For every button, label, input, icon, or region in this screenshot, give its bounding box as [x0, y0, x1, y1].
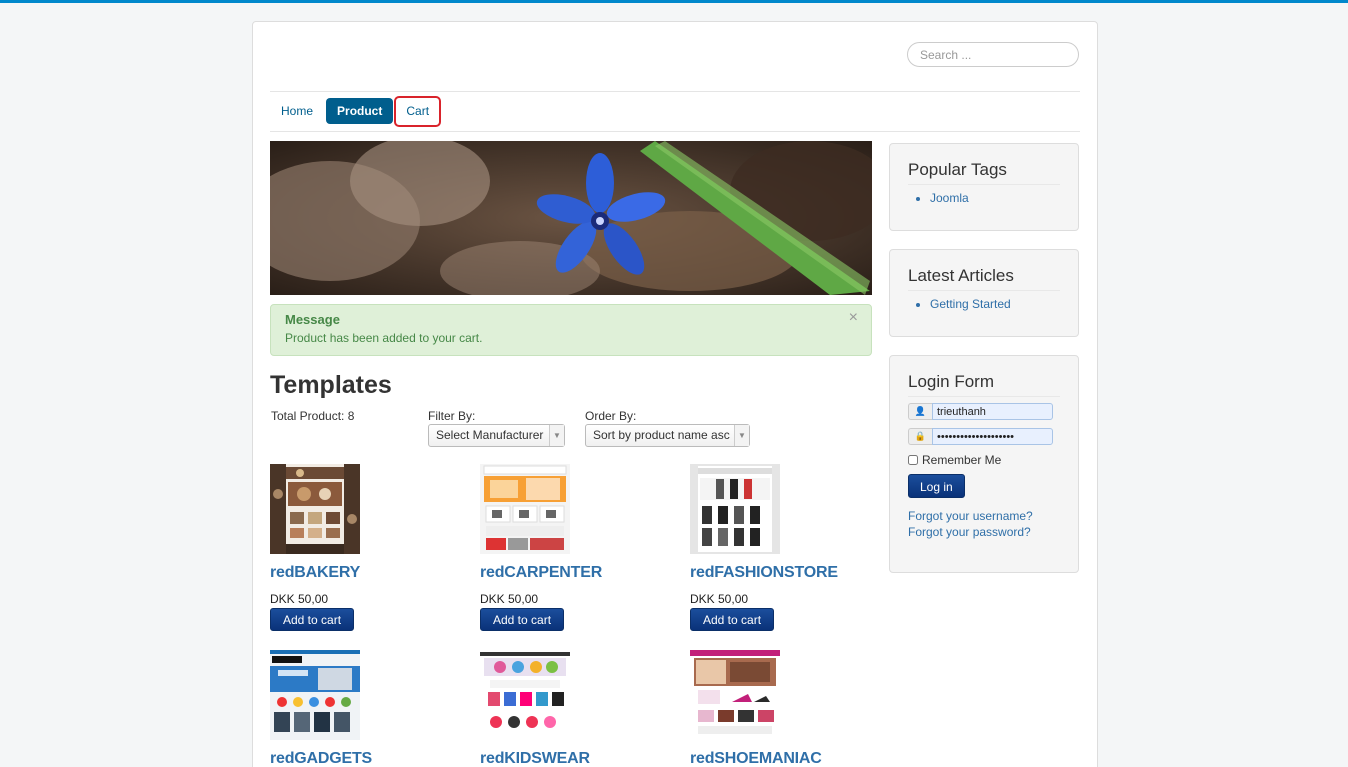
divider [270, 91, 1080, 92]
tag-link-joomla[interactable]: Joomla [930, 191, 969, 205]
product-name-link[interactable]: redKIDSWEAR [480, 750, 680, 767]
product-price: DKK 50,00 [480, 592, 539, 606]
product-name-link[interactable]: redCARPENTER [480, 564, 680, 582]
product-card: redBAKERY DKK 50,00 Add to cart [270, 464, 470, 631]
product-price: DKK 50,00 [270, 592, 329, 606]
module-title: Login Form [908, 372, 1060, 397]
product-thumbnail[interactable] [270, 464, 360, 554]
product-name-link[interactable]: redSHOEMANIAC [690, 750, 890, 767]
module-title: Latest Articles [908, 266, 1060, 291]
manufacturer-select-value: Select Manufacturer [436, 428, 544, 442]
latest-articles-module: Latest Articles Getting Started [889, 249, 1079, 337]
forgot-username-link[interactable]: Forgot your username? [908, 508, 1060, 524]
page-container: Home Product Cart [252, 21, 1098, 767]
nav-item-product[interactable]: Product [326, 98, 394, 124]
add-to-cart-button[interactable]: Add to cart [690, 608, 775, 631]
lock-icon: 🔒 [908, 428, 932, 445]
module-title: Popular Tags [908, 160, 1060, 185]
main-nav: Home Product Cart [270, 96, 442, 127]
popular-tags-module: Popular Tags Joomla [889, 143, 1079, 231]
order-label: Order By: [585, 409, 637, 423]
list-item: Getting Started [930, 297, 1060, 311]
login-button[interactable]: Log in [908, 474, 965, 498]
login-links: Forgot your username? Forgot your passwo… [908, 508, 1060, 540]
username-field[interactable] [932, 403, 1053, 420]
nav-item-cart[interactable]: Cart [394, 96, 442, 127]
product-thumbnail[interactable] [480, 464, 570, 554]
product-name-link[interactable]: redBAKERY [270, 564, 470, 582]
password-field[interactable] [932, 428, 1053, 445]
product-thumbnail[interactable] [690, 464, 780, 554]
login-form-module: Login Form 👤 🔒 Remember Me Log in Forgot… [889, 355, 1079, 573]
remember-me: Remember Me [908, 453, 1060, 467]
product-name-link[interactable]: redGADGETS [270, 750, 470, 767]
remember-me-checkbox[interactable] [908, 455, 918, 465]
remember-me-label: Remember Me [922, 453, 1002, 467]
order-select[interactable]: Sort by product name asc ▼ [585, 424, 750, 447]
message-title: Message [285, 312, 340, 327]
product-name-link[interactable]: redFASHIONSTORE [690, 564, 890, 582]
total-products: Total Product: 8 [271, 409, 355, 423]
divider [270, 131, 1080, 132]
chevron-down-icon: ▼ [549, 425, 564, 446]
manufacturer-select[interactable]: Select Manufacturer ▼ [428, 424, 565, 447]
message-text: Product has been added to your cart. [285, 331, 483, 345]
success-message: Message Product has been added to your c… [270, 304, 872, 356]
tag-list: Joomla [908, 191, 1060, 205]
user-icon: 👤 [908, 403, 932, 420]
username-field-group: 👤 [908, 403, 1053, 420]
product-thumbnail[interactable] [270, 650, 360, 740]
product-card: redKIDSWEAR [480, 650, 680, 767]
product-card: redSHOEMANIAC [690, 650, 890, 767]
order-select-value: Sort by product name asc [593, 428, 730, 442]
add-to-cart-button[interactable]: Add to cart [270, 608, 355, 631]
list-item: Joomla [930, 191, 1060, 205]
page-title: Templates [270, 371, 392, 399]
article-link-getting-started[interactable]: Getting Started [930, 297, 1011, 311]
product-thumbnail[interactable] [690, 650, 780, 740]
article-list: Getting Started [908, 297, 1060, 311]
filter-label: Filter By: [428, 409, 476, 423]
search-input[interactable] [907, 42, 1079, 67]
close-icon[interactable]: × [849, 309, 858, 327]
chevron-down-icon: ▼ [734, 425, 749, 446]
product-card: redFASHIONSTORE DKK 50,00 Add to cart [690, 464, 890, 631]
nav-item-home[interactable]: Home [270, 98, 324, 124]
product-price: DKK 50,00 [690, 592, 749, 606]
add-to-cart-button[interactable]: Add to cart [480, 608, 565, 631]
product-card: redCARPENTER DKK 50,00 Add to cart [480, 464, 680, 631]
password-field-group: 🔒 [908, 428, 1053, 445]
product-thumbnail[interactable] [480, 650, 570, 740]
banner-image [270, 141, 872, 295]
forgot-password-link[interactable]: Forgot your password? [908, 524, 1060, 540]
product-card: redGADGETS [270, 650, 470, 767]
